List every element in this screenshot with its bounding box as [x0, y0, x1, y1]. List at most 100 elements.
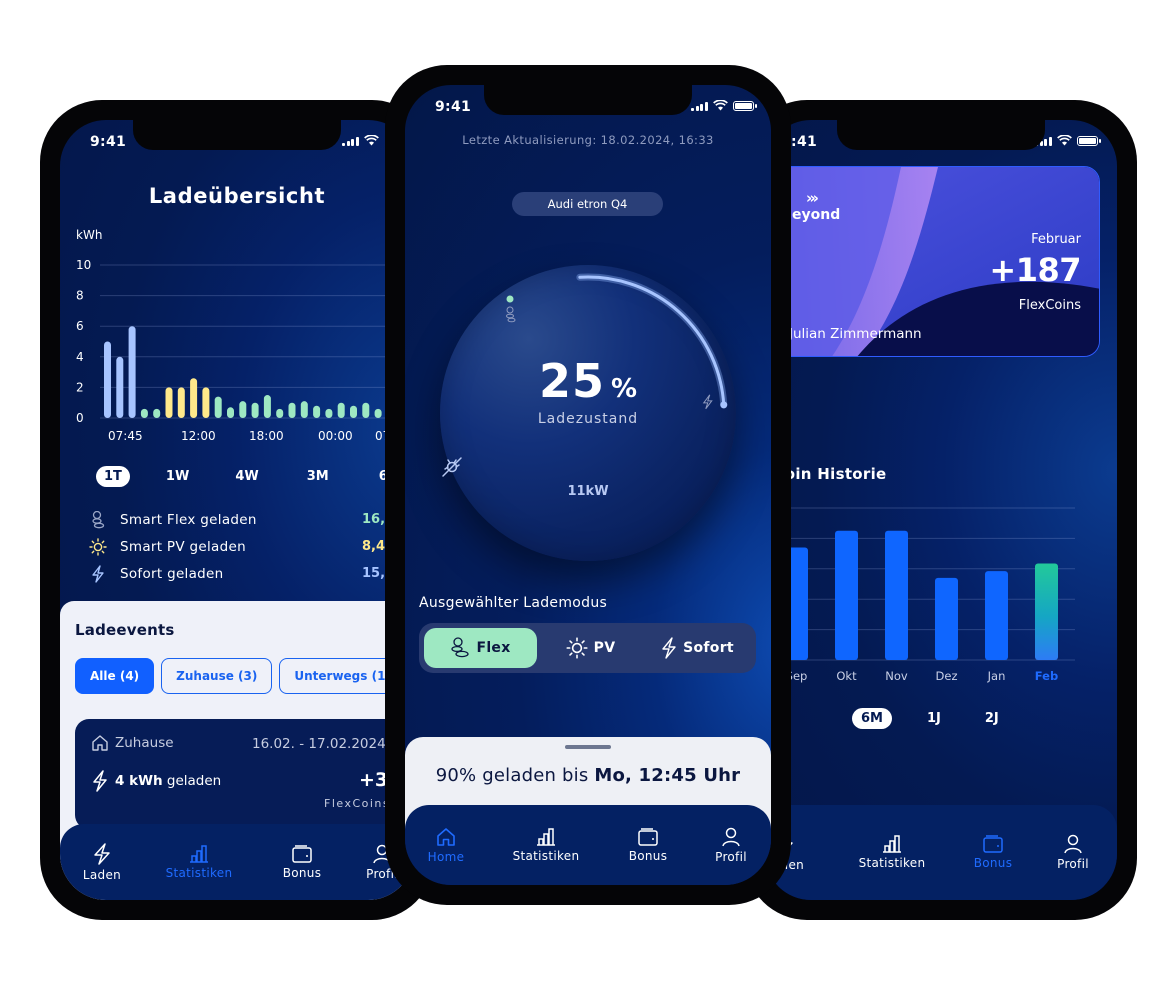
charge-plan-text: 90% geladen bis Mo, 12:45 Uhr — [405, 765, 771, 786]
filter-home[interactable]: Zuhause (3) — [161, 658, 273, 694]
bolt-icon — [88, 564, 108, 583]
y-tick-label: 0 — [76, 411, 84, 425]
last-update: Letzte Aktualisierung: 18.02.2024, 16:33 — [462, 133, 714, 147]
statistics-screen: 9:41 Ladeübersicht kWh 0 2 4 6 8 10 07:45 12:00 1… — [60, 120, 414, 900]
energy-chart: kWh 0 2 4 6 8 10 07:45 12:00 18:00 00:00 07 — [60, 225, 414, 455]
tab-label: Home — [427, 849, 465, 864]
tab-profil[interactable]: Profil — [1033, 805, 1113, 900]
bar — [337, 402, 345, 418]
x-tick-label: 18:00 — [249, 429, 284, 443]
flex-coins-icon — [88, 510, 108, 529]
wallet-icon — [292, 844, 312, 863]
range-tab-4w[interactable]: 4W — [227, 466, 266, 487]
summary-row-flex: Smart Flex geladen 16,1 kWh — [88, 506, 414, 533]
tab-bar: Home Statistiken Bonus Profil — [405, 805, 771, 885]
x-tick-label: Jan — [987, 669, 1006, 683]
bonus-screen: 9:41 »› eyond Februar +187 FlexCoins Jul… — [765, 120, 1117, 900]
tab-statistiken[interactable]: Statistiken — [837, 805, 947, 900]
bar — [214, 396, 222, 418]
mode-pv[interactable]: PV — [537, 628, 644, 668]
flex-coins-icon — [506, 306, 516, 323]
charge-label: Ladezustand — [537, 411, 639, 427]
wifi-icon — [363, 135, 379, 146]
tab-bonus[interactable]: Bonus — [254, 824, 350, 900]
wallet-icon — [638, 827, 658, 846]
sun-icon — [566, 637, 588, 659]
bar — [362, 402, 370, 418]
range-tab-1t[interactable]: 1T — [96, 466, 130, 487]
range-tab-2j[interactable]: 2J — [976, 708, 1008, 729]
summary-label: Smart Flex geladen — [120, 511, 257, 528]
flex-coins-icon — [451, 637, 470, 658]
home-icon — [437, 827, 455, 846]
bonus-month: Februar — [1031, 232, 1081, 247]
bonus-amount: +187 — [989, 251, 1081, 289]
wallet-icon — [983, 835, 1003, 853]
target-text: geladen bis — [476, 765, 595, 786]
bolt-icon — [662, 637, 676, 659]
tab-label: Bonus — [973, 856, 1013, 870]
event-energy: 4 kWh geladen — [91, 770, 221, 792]
brand-logo: »› eyond — [792, 189, 840, 223]
battery-icon — [732, 100, 757, 111]
notch — [133, 120, 341, 150]
bar — [165, 387, 173, 418]
tab-bonus[interactable]: Bonus — [605, 805, 691, 885]
mode-flex[interactable]: Flex — [424, 628, 537, 668]
user-icon — [722, 827, 740, 846]
tab-laden[interactable]: Laden — [60, 824, 144, 900]
x-tick-label: 00:00 — [318, 429, 353, 443]
bonus-card[interactable]: »› eyond Februar +187 FlexCoins Julian Z… — [765, 166, 1100, 357]
notch — [484, 85, 692, 115]
event-kwh-value: 4 kWh — [115, 773, 163, 789]
summary-label: Sofort geladen — [120, 565, 224, 582]
charge-power: 11kW — [567, 484, 609, 499]
bar — [350, 405, 357, 418]
tab-label: Statistiken — [512, 848, 580, 863]
bar — [885, 530, 908, 660]
vehicle-selector[interactable]: Audi etron Q4 — [512, 192, 663, 216]
status-icons — [691, 100, 757, 111]
range-tab-1j[interactable]: 1J — [918, 708, 950, 729]
flexcoin-chart: Sep Okt Nov Dez Jan Feb — [765, 500, 1117, 700]
battery-icon — [1076, 135, 1101, 146]
flexcoin-chart-svg: Sep Okt Nov Dez Jan Feb — [765, 507, 1075, 683]
range-tab-3m[interactable]: 3M — [299, 466, 337, 487]
chevrons-icon: »› — [806, 189, 819, 207]
event-location: Zuhause — [91, 734, 174, 752]
event-card[interactable]: Zuhause 16.02. - 17.02.2024 4 kWh gelade… — [75, 719, 405, 829]
tab-bar: Laden Statistiken Bonus Profil — [60, 824, 414, 900]
x-tick-label: Nov — [885, 669, 908, 683]
mode-sofort[interactable]: Sofort — [644, 628, 751, 668]
filter-all[interactable]: Alle (4) — [75, 658, 155, 694]
tab-profil[interactable]: Profil — [691, 805, 771, 885]
phone-statistics: 9:41 Ladeübersicht kWh 0 2 4 6 8 10 07:45 12:00 1… — [40, 100, 434, 920]
bar — [263, 395, 271, 418]
range-tab-1w[interactable]: 1W — [158, 466, 197, 487]
bolt-icon — [93, 770, 107, 792]
sun-icon — [88, 537, 108, 556]
charge-dial: 25% Ladezustand 11kW — [440, 265, 736, 561]
tab-bonus[interactable]: Bonus — [953, 805, 1033, 900]
range-tab-6m[interactable]: 6M — [852, 708, 892, 729]
charge-percent: 25 — [538, 354, 605, 408]
charge-value: 25% — [440, 354, 736, 408]
event-kwh-label: geladen — [162, 773, 222, 789]
tab-statistiken[interactable]: Statistiken — [487, 805, 605, 885]
x-tick-label: Feb — [1035, 669, 1058, 683]
mode-title: Ausgewählter Lademodus — [419, 595, 608, 611]
y-tick-label: 10 — [76, 258, 91, 272]
mode-label: Sofort — [683, 640, 734, 656]
tab-home[interactable]: Home — [405, 805, 487, 885]
phone-home: 9:41 Letzte Aktualisierung: 18.02.2024, … — [385, 65, 791, 905]
signal-icon — [342, 136, 359, 146]
x-tick-label: Dez — [936, 669, 958, 683]
tab-statistiken[interactable]: Statistiken — [144, 824, 254, 900]
y-axis-label: kWh — [76, 228, 102, 242]
bar — [153, 408, 161, 418]
event-coins: +3 — [359, 769, 389, 791]
home-screen: 9:41 Letzte Aktualisierung: 18.02.2024, … — [405, 85, 771, 885]
sheet-drag-handle[interactable] — [565, 745, 611, 749]
bar — [1035, 563, 1058, 660]
tab-label: Statistiken — [858, 856, 926, 870]
